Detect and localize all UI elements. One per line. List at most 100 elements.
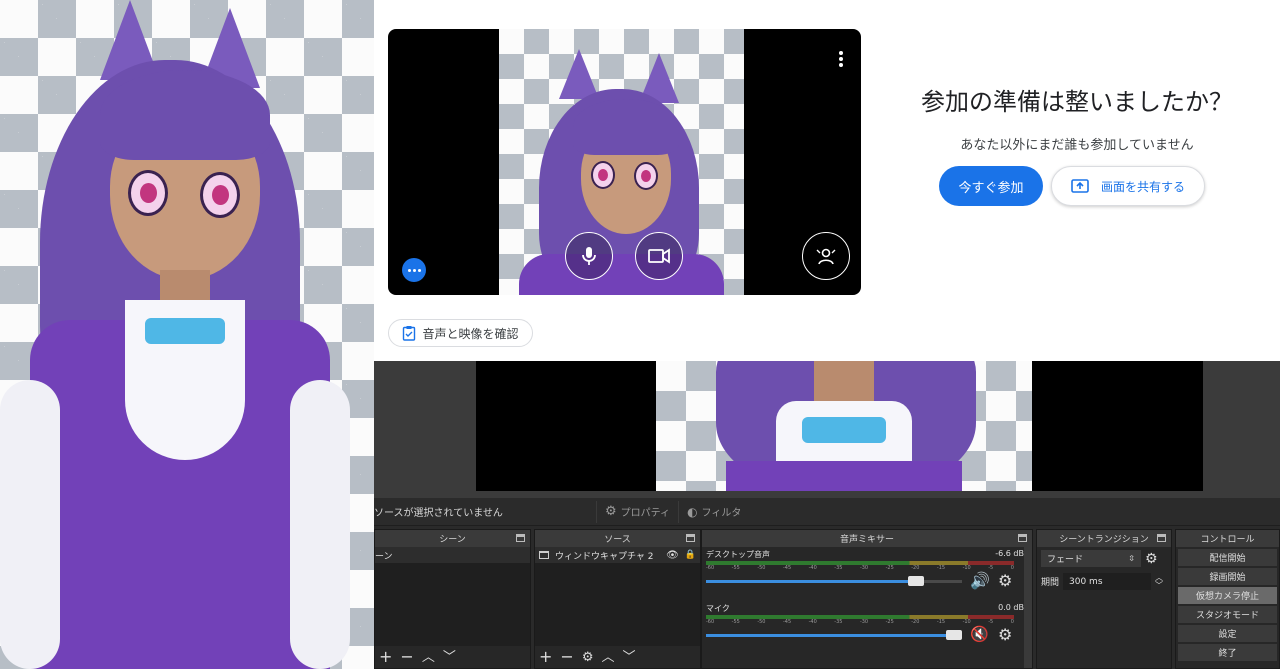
filters-button[interactable]: ◐ フィルタ: [678, 500, 749, 523]
scene-item[interactable]: ーン: [375, 547, 530, 563]
check-audio-video-label: 音声と映像を確認: [422, 326, 519, 341]
audio-mixer-dock: 音声ミキサー デスクトップ音声 -6.6 dB -60 -55 -50 -45 -40-…: [701, 529, 1033, 669]
obs-canvas[interactable]: [476, 361, 1203, 491]
sources-list: ウィンドウキャプチャ 2 👁 🔒: [535, 547, 700, 646]
controls-dock: コントロール 配信開始 録画開始 仮想カメラ停止 スタジオモード 設定 終了: [1175, 529, 1280, 669]
avatar-image: [656, 361, 1032, 491]
undock-icon[interactable]: [1018, 534, 1027, 542]
scenes-title: シーン: [439, 535, 466, 545]
obs-window: ソースが選択されていません ⚙ プロパティ ◐ フィルタ シーン ーン + − …: [374, 361, 1280, 669]
add-source-icon[interactable]: +: [539, 649, 552, 665]
scenes-toolbar: + − ︿ ﹀: [375, 646, 530, 668]
gear-icon: ⚙: [605, 504, 617, 519]
page-title: 参加の準備は整いましたか？: [921, 88, 1233, 116]
properties-button[interactable]: ⚙ プロパティ: [596, 500, 678, 523]
scene-transitions-dock: シーントランジション フェード ⇳ ⚙ 期間 300 ms ︿ ﹀: [1036, 529, 1172, 669]
microphone-button[interactable]: [565, 232, 613, 280]
window-icon: [539, 551, 549, 559]
meter-scale: -60 -55 -50 -45 -40 -35 -30 -25 -20 -15 -10 -5 0: [706, 565, 1014, 571]
channel-db: 0.0 dB: [998, 603, 1024, 612]
volume-slider-fill: [706, 634, 962, 637]
undock-icon[interactable]: [1157, 534, 1166, 542]
camera-view: [0, 0, 374, 669]
duration-stepper[interactable]: ︿ ﹀: [1155, 573, 1163, 590]
controls-header: コントロール: [1176, 530, 1279, 547]
clipboard-check-icon: [403, 326, 416, 341]
lock-icon[interactable]: 🔒: [685, 550, 696, 560]
gear-icon[interactable]: ⚙: [1145, 551, 1158, 567]
scene-transitions-header: シーントランジション: [1037, 530, 1171, 547]
volume-slider[interactable]: [706, 630, 962, 640]
transition-value: フェード: [1047, 555, 1084, 565]
check-audio-video-button[interactable]: 音声と映像を確認: [388, 319, 533, 347]
sources-title: ソース: [604, 535, 631, 545]
volume-slider-handle[interactable]: [907, 576, 924, 586]
volume-slider-handle[interactable]: [946, 630, 962, 640]
sources-dock: ソース ウィンドウキャプチャ 2 👁 🔒 + − ⚙ ︿ ﹀: [534, 529, 701, 669]
audio-mixer-title: 音声ミキサー: [839, 535, 894, 545]
add-scene-icon[interactable]: +: [379, 649, 392, 665]
undock-icon[interactable]: [516, 534, 525, 542]
scenes-dock-header: シーン: [375, 530, 530, 547]
move-down-icon[interactable]: ﹀: [443, 651, 456, 664]
scenes-list: ーン: [375, 547, 530, 646]
gear-icon[interactable]: ⚙: [998, 625, 1012, 644]
duration-label: 期間: [1041, 578, 1060, 588]
obs-source-toolbar: ソースが選択されていません ⚙ プロパティ ◐ フィルタ: [374, 498, 1280, 526]
filters-label: フィルタ: [701, 508, 742, 519]
undock-icon[interactable]: [686, 534, 695, 542]
stop-virtual-camera-button[interactable]: 仮想カメラ停止: [1178, 587, 1277, 604]
remove-source-icon[interactable]: −: [560, 649, 573, 665]
mixer-channel-mic: マイク 0.0 dB -60 -55 -50 -45 -40 -35 -30 -25 -20 -1…: [702, 601, 1032, 653]
controls-title: コントロール: [1200, 535, 1255, 545]
videocam-icon: [648, 248, 670, 264]
volume-slider-fill: [706, 580, 916, 583]
mixer-channel-desktop: デスクトップ音声 -6.6 dB -60 -55 -50 -45 -40 -35 -30 -2…: [702, 547, 1032, 599]
self-preview: [388, 29, 861, 295]
start-recording-button[interactable]: 録画開始: [1178, 568, 1277, 585]
scene-transitions-title: シーントランジション: [1059, 535, 1149, 545]
effects-menu-icon[interactable]: [402, 258, 426, 282]
chevron-updown-icon: ⇳: [1128, 554, 1135, 563]
move-up-icon[interactable]: ︿: [422, 651, 435, 664]
join-now-label: 今すぐ参加: [958, 180, 1024, 196]
background-effects-button[interactable]: [802, 232, 850, 280]
meter-scale: -60 -55 -50 -45 -40 -35 -30 -25 -20 -15 -10 -5 0: [706, 619, 1014, 625]
speaker-icon[interactable]: 🔊: [970, 571, 990, 590]
camera-button[interactable]: [635, 232, 683, 280]
share-screen-label: 画面を共有する: [1100, 179, 1185, 194]
duration-input[interactable]: 300 ms: [1063, 573, 1152, 590]
volume-slider[interactable]: [706, 576, 962, 586]
studio-mode-button[interactable]: スタジオモード: [1178, 606, 1277, 623]
gear-icon[interactable]: ⚙: [998, 571, 1012, 590]
move-down-icon[interactable]: ﹀: [622, 651, 635, 664]
source-item-label: ウィンドウキャプチャ 2: [555, 551, 654, 562]
remove-scene-icon[interactable]: −: [400, 649, 413, 665]
gear-icon[interactable]: ⚙: [582, 651, 594, 664]
channel-db: -6.6 dB: [995, 549, 1024, 558]
settings-button[interactable]: 設定: [1178, 625, 1277, 642]
eye-icon[interactable]: 👁: [666, 550, 679, 561]
audio-mixer-header: 音声ミキサー: [702, 530, 1032, 547]
scenes-dock: シーン ーン + − ︿ ﹀: [374, 529, 531, 669]
source-item[interactable]: ウィンドウキャプチャ 2 👁 🔒: [535, 547, 700, 563]
no-source-selected-text: ソースが選択されていません: [374, 508, 503, 519]
avatar-image: [0, 0, 374, 669]
exit-button[interactable]: 終了: [1178, 644, 1277, 661]
sources-toolbar: + − ⚙ ︿ ﹀: [535, 646, 700, 668]
more-options-icon[interactable]: [839, 51, 843, 67]
present-screen-icon: [1071, 179, 1089, 193]
share-screen-button[interactable]: 画面を共有する: [1051, 166, 1205, 206]
move-up-icon[interactable]: ︿: [601, 651, 614, 664]
obs-preview-area: [374, 361, 1280, 498]
preview-video: [499, 29, 744, 295]
mixer-scrollbar[interactable]: [1024, 547, 1032, 668]
scene-item-label: ーン: [375, 551, 393, 562]
meet-prejoin-panel: 参加の準備は整いましたか？ あなた以外にまだ誰も参加していません 今すぐ参加 画…: [374, 0, 1280, 361]
start-streaming-button[interactable]: 配信開始: [1178, 549, 1277, 566]
join-now-button[interactable]: 今すぐ参加: [939, 166, 1043, 206]
avatar-image: [499, 29, 744, 295]
transition-select[interactable]: フェード ⇳: [1041, 550, 1141, 567]
sources-dock-header: ソース: [535, 530, 700, 547]
speaker-muted-icon[interactable]: 🔇: [970, 625, 989, 643]
